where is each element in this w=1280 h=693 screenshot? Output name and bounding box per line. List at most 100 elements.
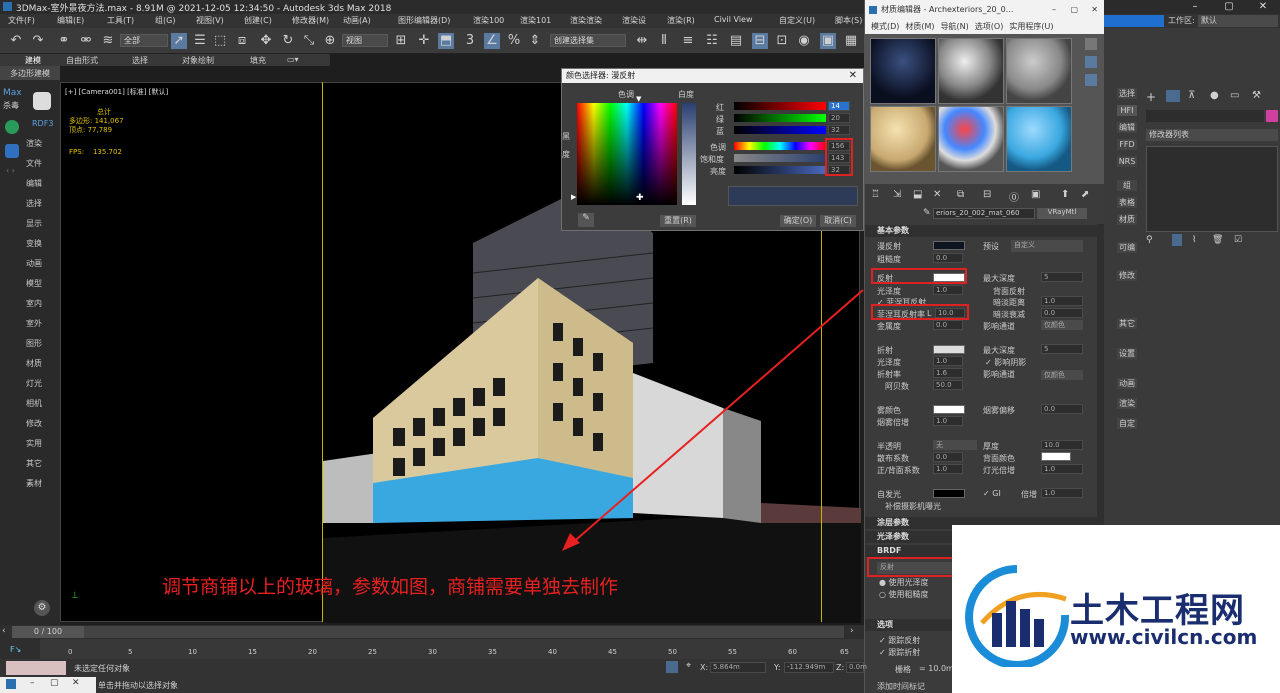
spinner-snap-icon[interactable]: ⇕ — [527, 33, 543, 49]
refract-gloss-value[interactable]: 1.0 — [933, 356, 963, 366]
make-unique-stack-icon[interactable]: ⌇ — [1192, 235, 1196, 245]
hierarchy-tab-icon[interactable]: ⊼ — [1188, 90, 1195, 101]
script-maximize-icon[interactable]: ▢ — [50, 678, 59, 688]
roughness-value[interactable]: 0.0 — [933, 253, 963, 263]
utilities-tab-icon[interactable]: ⚒ — [1252, 90, 1261, 101]
scatter-coeff-value[interactable]: 0.0 — [933, 452, 963, 462]
curve-editor-toggle-icon[interactable]: F↘ — [10, 645, 21, 654]
menu-render101[interactable]: 渲染101 — [520, 15, 551, 26]
menu-render100[interactable]: 渲染100 — [473, 15, 504, 26]
back-color-swatch[interactable] — [1041, 452, 1071, 461]
select-by-name-icon[interactable]: ☰ — [192, 33, 208, 49]
y-coordinate[interactable]: -112.949m — [784, 662, 834, 673]
assign-material-icon[interactable]: ⬓ — [913, 189, 922, 200]
toggle-scene-explorer-icon[interactable]: ≡ — [680, 33, 696, 49]
motion-tab-icon[interactable]: ● — [1210, 90, 1219, 101]
side-label-select[interactable]: 选择 — [1117, 88, 1137, 99]
red-value[interactable]: 14 — [828, 101, 850, 111]
ribbon-options-icon[interactable]: ▭▾ — [287, 55, 299, 64]
compensate-exposure-label[interactable]: 补偿摄影机曝光 — [885, 501, 941, 512]
rect-select-icon[interactable]: ⬚ — [212, 33, 228, 49]
gi-checkbox[interactable]: ✓ GI — [983, 489, 1001, 498]
menu-file[interactable]: 文件(F) — [8, 15, 35, 26]
dim-falloff-value[interactable]: 0.0 — [1041, 308, 1083, 318]
sample-slot-2[interactable] — [938, 38, 1004, 104]
sample-slot-6[interactable] — [1006, 106, 1072, 172]
time-slider-thumb[interactable]: 0 / 100 — [12, 626, 84, 638]
refract-max-depth-value[interactable]: 5 — [1041, 344, 1083, 354]
ior-value[interactable]: 1.6 — [933, 368, 963, 378]
reference-coordinate-select[interactable]: 视图 — [342, 34, 388, 47]
menu-animation[interactable]: 动画(A) — [343, 15, 371, 26]
background-icon[interactable] — [1085, 74, 1097, 86]
menu-customize[interactable]: 自定义(U) — [779, 15, 815, 26]
translucency-select[interactable]: 无 — [933, 440, 977, 450]
value-slider[interactable] — [734, 166, 826, 174]
self-illum-multiplier-value[interactable]: 1.0 — [1041, 488, 1083, 498]
menu-scripting[interactable]: 脚本(S) — [835, 15, 862, 26]
mirror-icon[interactable]: ⇹ — [634, 33, 650, 49]
side-label-modify[interactable]: 修改 — [1117, 270, 1137, 281]
percent-snap-icon[interactable]: % — [506, 33, 522, 49]
menu-graph-editors[interactable]: 图形编辑器(D) — [398, 15, 450, 26]
configure-sets-icon[interactable]: ☑ — [1234, 235, 1242, 245]
modify-tab-icon[interactable] — [1166, 90, 1180, 102]
left-item-render[interactable]: 渲染 — [0, 138, 60, 149]
x-coordinate[interactable]: 5.864m — [710, 662, 766, 673]
ok-button[interactable]: 确定(O) — [780, 215, 816, 227]
side-label-other[interactable]: 其它 — [1117, 318, 1137, 329]
sample-slot-5[interactable] — [938, 106, 1004, 172]
place-icon[interactable]: ⊕ — [322, 33, 338, 49]
align-icon[interactable]: ⫴ — [656, 33, 672, 49]
modifier-list-select[interactable]: 修改器列表 — [1146, 129, 1278, 141]
plugin-icon[interactable] — [5, 120, 19, 134]
fog-color-swatch[interactable] — [933, 405, 965, 414]
layer-explorer-icon[interactable]: ☷ — [704, 33, 720, 49]
sample-slot-3[interactable] — [1006, 38, 1072, 104]
pin-stack-icon[interactable]: ⚲ — [1146, 235, 1153, 245]
show-in-viewport-icon[interactable]: ▣ — [1031, 189, 1040, 200]
viewport-label[interactable]: [+] [Camera001] [标准] [默认] — [65, 87, 168, 97]
timeline-track[interactable]: 0 5 10 15 20 25 30 35 40 45 50 55 60 65 — [40, 639, 864, 659]
menu-group[interactable]: 组(G) — [155, 15, 175, 26]
material-editor-icon[interactable]: ◉ — [796, 33, 812, 49]
dim-distance-value[interactable]: 1.0 — [1041, 296, 1083, 306]
add-time-tag-label[interactable]: 添加时间标记 — [877, 681, 925, 692]
curve-editor-icon[interactable]: ⊟ — [752, 33, 768, 49]
front-back-coeff-value[interactable]: 1.0 — [933, 464, 963, 474]
blue-slider[interactable] — [734, 126, 826, 134]
put-to-scene-icon[interactable]: ⇲ — [893, 189, 901, 200]
material-id-icon[interactable]: ⓪ — [1009, 189, 1019, 204]
fog-multiplier-value[interactable]: 1.0 — [933, 416, 963, 426]
modifier-stack[interactable] — [1146, 146, 1278, 232]
show-end-result-icon[interactable] — [1172, 234, 1182, 246]
minimize-icon[interactable]: – — [1178, 0, 1212, 14]
side-label-settings[interactable]: 设置 — [1117, 348, 1137, 359]
affect-shadows-checkbox[interactable]: ✓ 影响阴影 — [985, 357, 1026, 368]
green-slider[interactable] — [734, 114, 826, 122]
prev-frame-icon[interactable]: ‹ — [2, 626, 6, 636]
backlight-icon[interactable] — [1085, 56, 1097, 68]
light-multiplier-value[interactable]: 1.0 — [1041, 464, 1083, 474]
schematic-view-icon[interactable]: ⊡ — [774, 33, 790, 49]
left-item-interior[interactable]: 室内 — [0, 298, 60, 309]
selection-filter[interactable]: 全部 — [120, 34, 168, 47]
self-illum-color-swatch[interactable] — [933, 489, 965, 498]
thickness-value[interactable]: 10.0 — [1041, 440, 1083, 450]
reset-button[interactable]: 重置(R) — [660, 215, 696, 227]
abbe-label[interactable]: 阿贝数 — [885, 381, 909, 392]
tab-populate[interactable]: 填充 — [250, 55, 266, 66]
named-selection-set[interactable]: 创建选择集 — [550, 34, 626, 47]
tab-freeform[interactable]: 自由形式 — [66, 55, 98, 66]
shield-icon[interactable] — [33, 92, 51, 110]
maximize-icon[interactable]: ▢ — [1212, 0, 1246, 14]
close-icon[interactable]: ✕ — [1246, 0, 1280, 14]
script-close-icon[interactable]: ✕ — [72, 678, 80, 688]
me-menu-utilities[interactable]: 实用程序(U) — [1009, 20, 1053, 34]
ribbon-toggle-icon[interactable]: ▤ — [728, 33, 744, 49]
me-menu-navigation[interactable]: 导航(N) — [941, 20, 969, 34]
time-slider[interactable]: 0 / 100 — [12, 626, 844, 638]
link-icon[interactable]: ⚭ — [56, 33, 72, 49]
preset-select[interactable]: 自定义 — [1011, 240, 1083, 252]
side-label-editable[interactable]: 可编 — [1117, 242, 1137, 253]
